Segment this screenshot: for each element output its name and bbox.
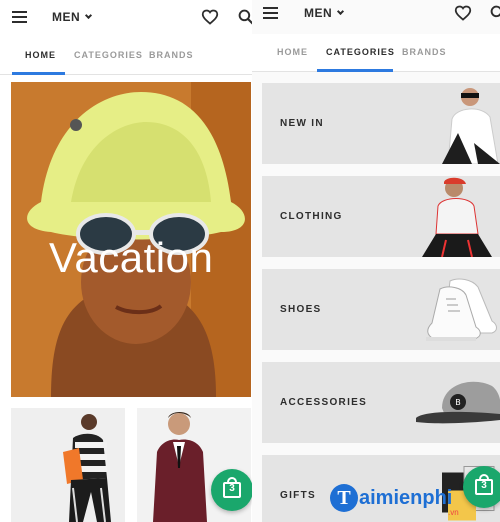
category-accessories[interactable]: ACCESSORIES B — [262, 362, 500, 443]
gender-label: MEN — [52, 10, 81, 24]
gender-selector[interactable]: MEN — [52, 10, 93, 24]
category-label: CLOTHING — [280, 211, 343, 222]
bag-count: 3 — [229, 483, 235, 494]
shopping-bag-button[interactable]: 3 — [211, 469, 252, 511]
chevron-down-icon — [85, 11, 93, 20]
category-label: ACCESSORIES — [280, 397, 368, 408]
tab-home[interactable]: HOME — [277, 47, 308, 57]
watermark-suffix: .vn — [448, 508, 459, 517]
hero-banner[interactable]: Vacation — [11, 82, 251, 397]
watermark-text: aimienphi — [359, 486, 453, 509]
tab-brands[interactable]: BRANDS — [149, 50, 194, 60]
category-photo — [422, 177, 492, 257]
tab-categories[interactable]: CATEGORIES — [74, 50, 143, 60]
top-bar: MEN — [0, 0, 252, 38]
categories-screen: MEN HOME CATEGORIES BRANDS NEW IN CLOTHI… — [252, 0, 500, 522]
category-label: NEW IN — [280, 118, 324, 129]
chevron-down-icon — [337, 7, 345, 16]
category-label: GIFTS — [280, 490, 316, 501]
bag-count: 3 — [481, 480, 487, 491]
top-bar: MEN — [252, 0, 500, 34]
menu-icon[interactable] — [12, 11, 27, 23]
category-photo — [442, 88, 500, 164]
active-tab-indicator — [12, 72, 65, 75]
active-tab-indicator — [317, 69, 393, 72]
search-icon[interactable] — [238, 9, 252, 25]
category-photo: B — [416, 381, 500, 424]
watermark-letter: T — [330, 484, 358, 512]
svg-text:B: B — [455, 398, 461, 407]
category-new-in[interactable]: NEW IN — [262, 83, 500, 164]
category-photo — [426, 278, 497, 341]
product-photo — [11, 408, 125, 522]
category-label: SHOES — [280, 304, 322, 315]
category-shoes[interactable]: SHOES — [262, 269, 500, 350]
wishlist-heart-icon[interactable] — [454, 5, 472, 21]
wishlist-heart-icon[interactable] — [201, 9, 219, 25]
menu-icon[interactable] — [263, 7, 278, 19]
gender-label: MEN — [304, 6, 333, 20]
tab-home[interactable]: HOME — [25, 50, 56, 60]
home-screen: MEN HOME CATEGORIES BRANDS Vacation 3 — [0, 0, 252, 522]
hero-title: Vacation — [49, 234, 214, 281]
tab-categories[interactable]: CATEGORIES — [326, 47, 395, 57]
tab-bar: HOME CATEGORIES BRANDS — [252, 34, 500, 72]
category-clothing[interactable]: CLOTHING — [262, 176, 500, 257]
search-icon[interactable] — [490, 5, 500, 21]
gender-selector[interactable]: MEN — [304, 6, 345, 20]
tab-brands[interactable]: BRANDS — [402, 47, 447, 57]
shopping-bag-button[interactable]: 3 — [463, 466, 500, 508]
watermark-logo: T aimienphi .vn — [330, 484, 459, 517]
product-tile[interactable] — [11, 408, 125, 522]
tab-bar: HOME CATEGORIES BRANDS — [0, 37, 252, 75]
